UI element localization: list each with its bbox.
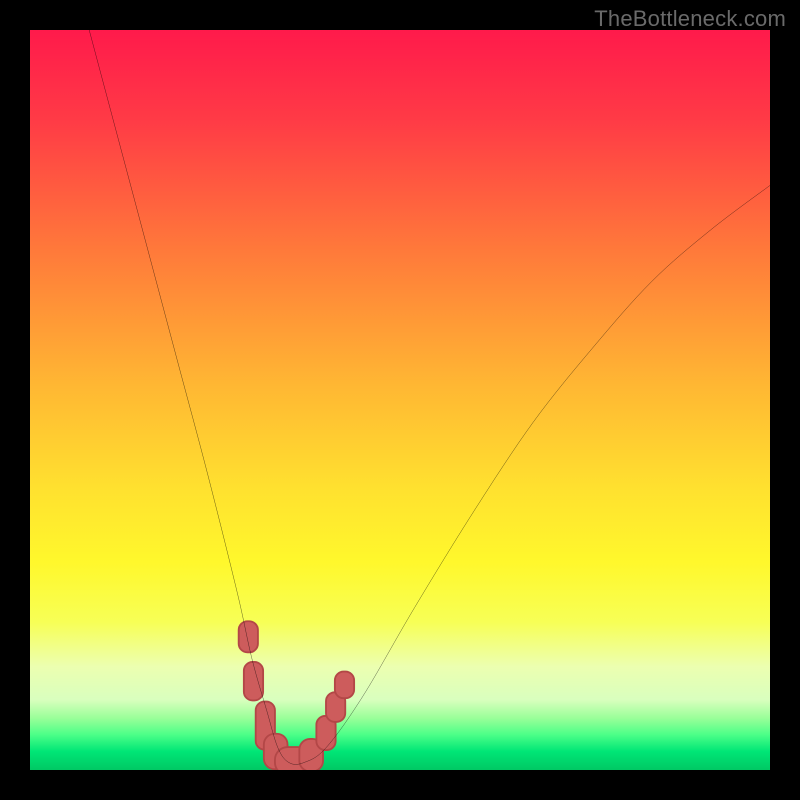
marker: [239, 621, 258, 652]
watermark-text: TheBottleneck.com: [594, 6, 786, 32]
marker-group: [239, 621, 354, 770]
marker: [335, 672, 354, 699]
plot-area: [30, 30, 770, 770]
chart-frame: TheBottleneck.com: [0, 0, 800, 800]
curve-layer: [30, 30, 770, 770]
bottleneck-curve: [89, 30, 770, 764]
marker: [244, 662, 263, 700]
